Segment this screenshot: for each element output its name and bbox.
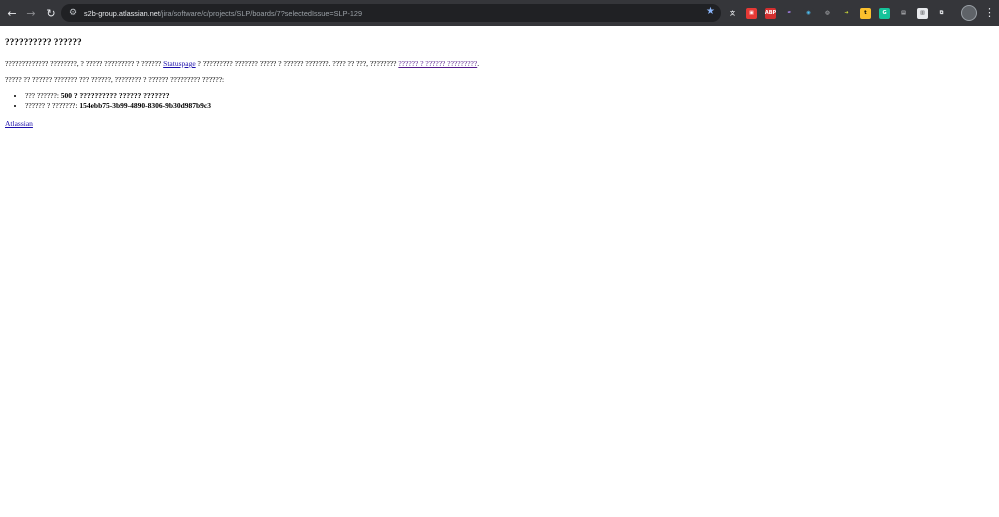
menu-kebab-icon[interactable]: ⋮ [984,4,995,22]
arrow-extension-icon[interactable]: ➜ [841,7,852,19]
bookmark-star-icon[interactable]: ★ [706,6,715,17]
list-item-error-code: ??? ??????: 500 ? ?????????? ?????? ????… [25,91,985,101]
browser-toolbar: ← → ↻ ⚙ s2b-group.atlassian.net/jira/sof… [0,0,999,26]
request-id-value: 154ebb75-3b99-4890-8306-9b30d987b9c3 [79,101,212,110]
reload-icon[interactable]: ↻ [42,4,60,22]
page-title: ?????????? ?????? [5,38,82,48]
clipboard-extension-icon[interactable]: ▤ [898,7,909,19]
address-bar[interactable]: ⚙ s2b-group.atlassian.net/jira/software/… [61,4,721,22]
url-text[interactable]: s2b-group.atlassian.net/jira/software/c/… [84,9,362,18]
translate-extension-icon[interactable]: 文 [727,7,738,19]
yellow-extension-icon[interactable]: t [860,7,871,19]
url-path: /jira/software/c/projects/SLP/boards/7?s… [159,8,363,18]
error-details-list: ??? ??????: 500 ? ?????????? ?????? ????… [5,91,985,111]
site-info-icon[interactable]: ⚙ [65,5,81,21]
request-id-label: ?????? ? ???????: [25,101,80,110]
error-code-value: 500 ? ?????????? ?????? ??????? [60,91,170,100]
url-host: s2b-group.atlassian.net [84,8,160,18]
puzzle-extensions-icon[interactable]: ⧉ [936,7,947,19]
feather-extension-icon[interactable]: ✒ [784,7,795,19]
back-arrow-icon[interactable]: ← [3,4,21,22]
grammarly-icon[interactable]: G [879,7,890,19]
list-item-request-id: ?????? ? ???????: 154ebb75-3b99-4890-830… [25,101,985,111]
extensions-bar: 文 ▣ ABP ✒ ◉ ◎ ➜ t G ▤ ▥ ⧉ [727,6,955,20]
statuspage-link[interactable]: Statuspage [163,59,196,68]
white-square-extension-icon[interactable]: ▥ [917,7,928,19]
profile-avatar[interactable] [961,5,977,21]
description-text: ????????????? ????????, ? ????? ????????… [5,59,164,68]
support-info-text: ????? ?? ?????? ??????? ??? ??????, ????… [5,75,225,84]
description-text-end: . [477,59,480,68]
description-text-middle: ? ????????? ??????? ????? ? ?????? ?????… [195,59,399,68]
support-link[interactable]: ?????? ? ?????? ????????? [398,59,477,68]
blue-circle-extension-icon[interactable]: ◉ [803,7,814,19]
forward-arrow-icon[interactable]: → [22,4,40,22]
adblock-icon[interactable]: ABP [765,7,776,19]
footer: Atlassian [5,119,985,129]
error-code-label: ??? ??????: [25,91,61,100]
atlassian-link[interactable]: Atlassian [5,119,33,128]
chrome-extension-icon[interactable]: ◎ [822,7,833,19]
error-description: ????????????? ????????, ? ????? ????????… [5,59,985,69]
red-extension-icon[interactable]: ▣ [746,7,757,19]
error-page-content: ?????????? ?????? ????????????? ????????… [5,33,985,129]
